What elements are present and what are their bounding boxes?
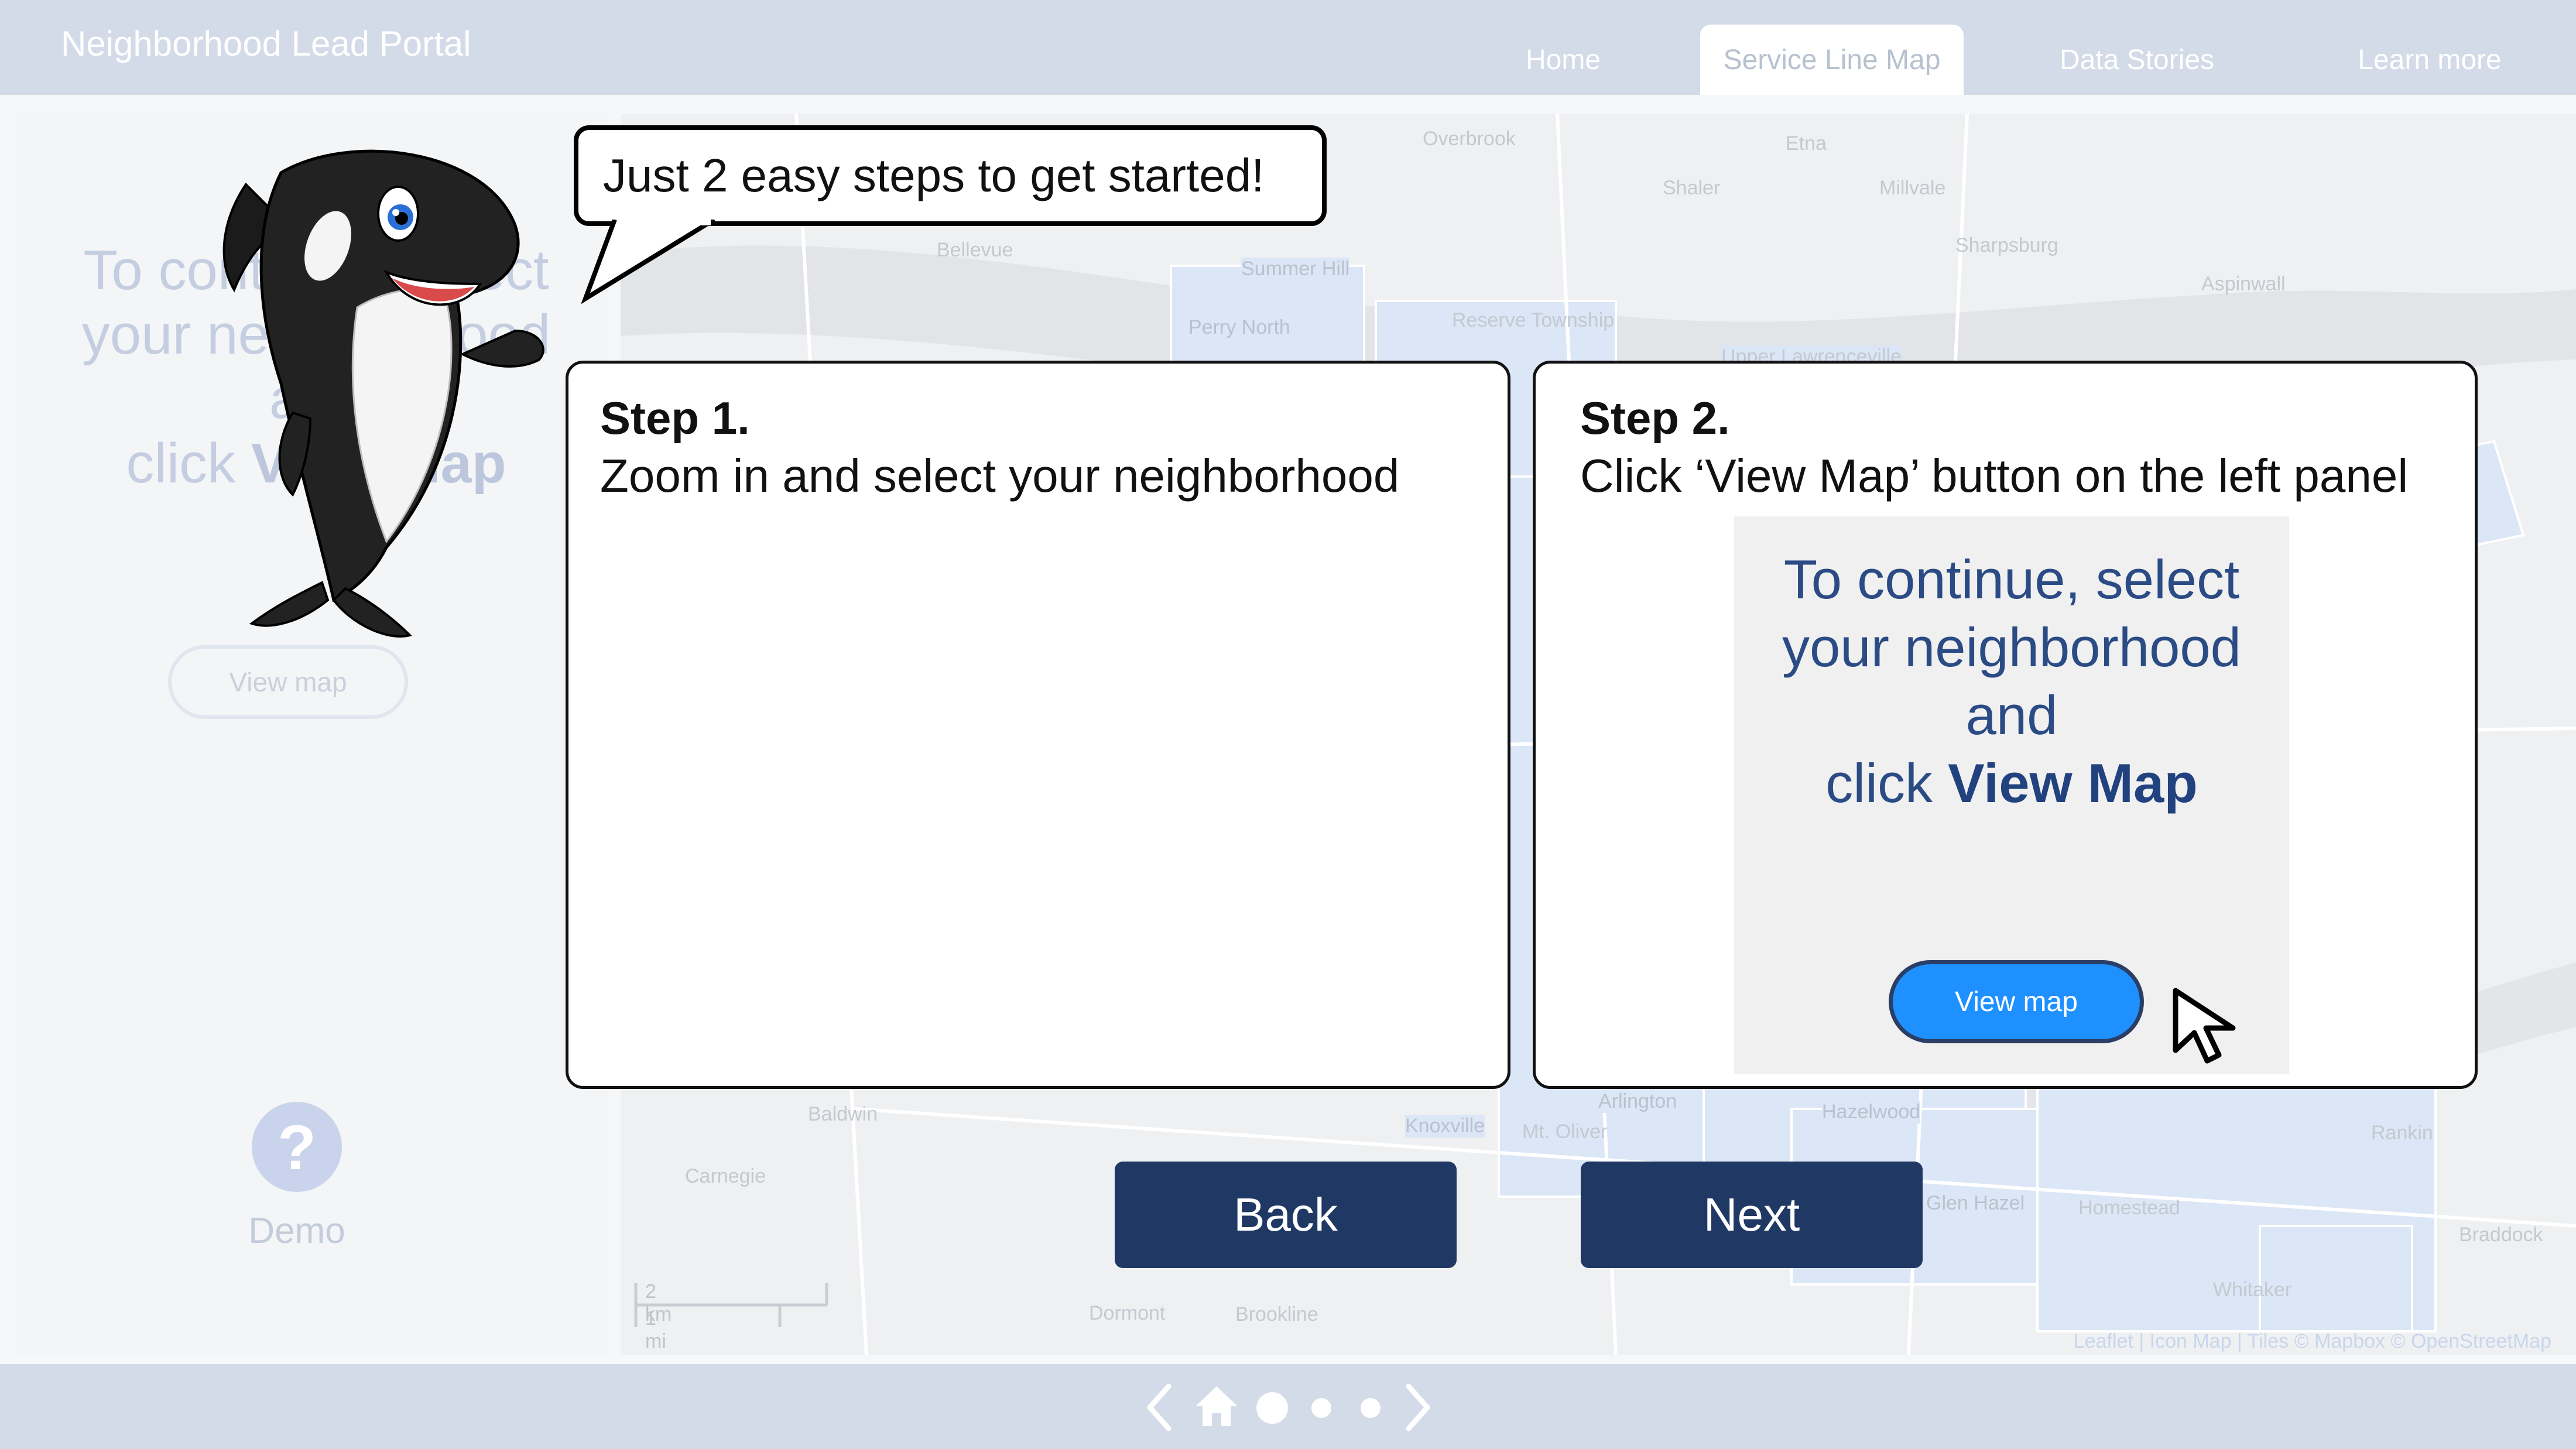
chevron-left-icon[interactable] <box>1143 1383 1178 1432</box>
step-1-title: Step 1. <box>600 392 750 444</box>
map-label: Bellevue <box>937 239 1013 261</box>
preview-view-map-button: View map <box>1889 960 2144 1043</box>
preview-line-4-prefix: click <box>1825 752 1948 814</box>
pager-dot[interactable] <box>1311 1398 1331 1418</box>
step-1-card: Step 1. Zoom in and select your neighbor… <box>566 361 1510 1089</box>
preview-line-1: To continue, select <box>1783 549 2240 610</box>
scale-mi-label: 1 mi <box>645 1307 666 1352</box>
map-label: Baldwin <box>808 1103 878 1125</box>
next-button[interactable]: Next <box>1581 1162 1923 1268</box>
tab-data-stories[interactable]: Data Stories <box>2032 25 2242 95</box>
map-label: Hazelwood <box>1822 1101 1921 1123</box>
bottom-bar <box>0 1364 2576 1449</box>
preview-line-2: your neighborhood <box>1782 616 2241 678</box>
map-label: Brookline <box>1235 1303 1318 1325</box>
map-label: Perry North <box>1188 316 1290 339</box>
pager-dot-active[interactable] <box>1256 1392 1288 1424</box>
preview-prompt: To continue, select your neighborhood an… <box>1734 546 2289 817</box>
cursor-arrow-icon <box>2173 988 2236 1064</box>
map-label: Rankin <box>2371 1122 2433 1144</box>
step-2-description: Click ‘View Map’ button on the left pane… <box>1580 450 2409 502</box>
map-label: Knoxville <box>1405 1115 1485 1138</box>
whale-mascot-icon <box>222 149 544 638</box>
map-label: Whitaker <box>2213 1279 2292 1301</box>
map-label: Summer Hill <box>1241 258 1350 280</box>
speech-bubble-tail <box>581 220 716 304</box>
home-icon[interactable] <box>1193 1383 1240 1430</box>
step-1-description: Zoom in and select your neighborhood <box>600 450 1400 502</box>
preview-line-4: click View Map <box>1734 749 2289 817</box>
map-label: Glen Hazel <box>1926 1192 2025 1215</box>
speech-bubble: Just 2 easy steps to get started! <box>574 125 1327 226</box>
chevron-right-icon[interactable] <box>1399 1383 1434 1432</box>
map-label: Braddock <box>2459 1224 2543 1246</box>
map-label: Homestead <box>2078 1197 2180 1219</box>
preview-line-4-bold: View Map <box>1948 752 2198 814</box>
map-label: Arlington <box>1598 1090 1677 1113</box>
map-label: Reserve Township <box>1452 309 1615 331</box>
tab-learn-more[interactable]: Learn more <box>2336 25 2523 95</box>
map-attribution[interactable]: Leaflet | Icon Map | Tiles © Mapbox © Op… <box>2074 1330 2551 1353</box>
demo-label[interactable]: Demo <box>222 1210 371 1252</box>
step-2-title: Step 2. <box>1580 392 1730 444</box>
pager-dot[interactable] <box>1361 1398 1381 1418</box>
map-label: Mt. Oliver <box>1522 1121 1608 1143</box>
back-button[interactable]: Back <box>1115 1162 1457 1268</box>
map-label: Etna <box>1786 132 1827 155</box>
question-icon[interactable]: ? <box>252 1102 342 1192</box>
map-label: Carnegie <box>685 1165 766 1187</box>
view-map-button[interactable]: View map <box>168 645 408 719</box>
map-label: Aspinwall <box>2201 273 2286 295</box>
app-title: Neighborhood Lead Portal <box>61 24 471 63</box>
tab-service-line-map[interactable]: Service Line Map <box>1700 25 1964 95</box>
map-label: Shaler <box>1663 177 1721 199</box>
tab-home[interactable]: Home <box>1499 25 1628 95</box>
preview-line-3: and <box>1965 684 2058 746</box>
map-label: Dormont <box>1089 1302 1166 1324</box>
map-label: Millvale <box>1879 177 1946 199</box>
map-label: Sharpsburg <box>1955 234 2058 256</box>
map-label: Overbrook <box>1423 128 1516 150</box>
